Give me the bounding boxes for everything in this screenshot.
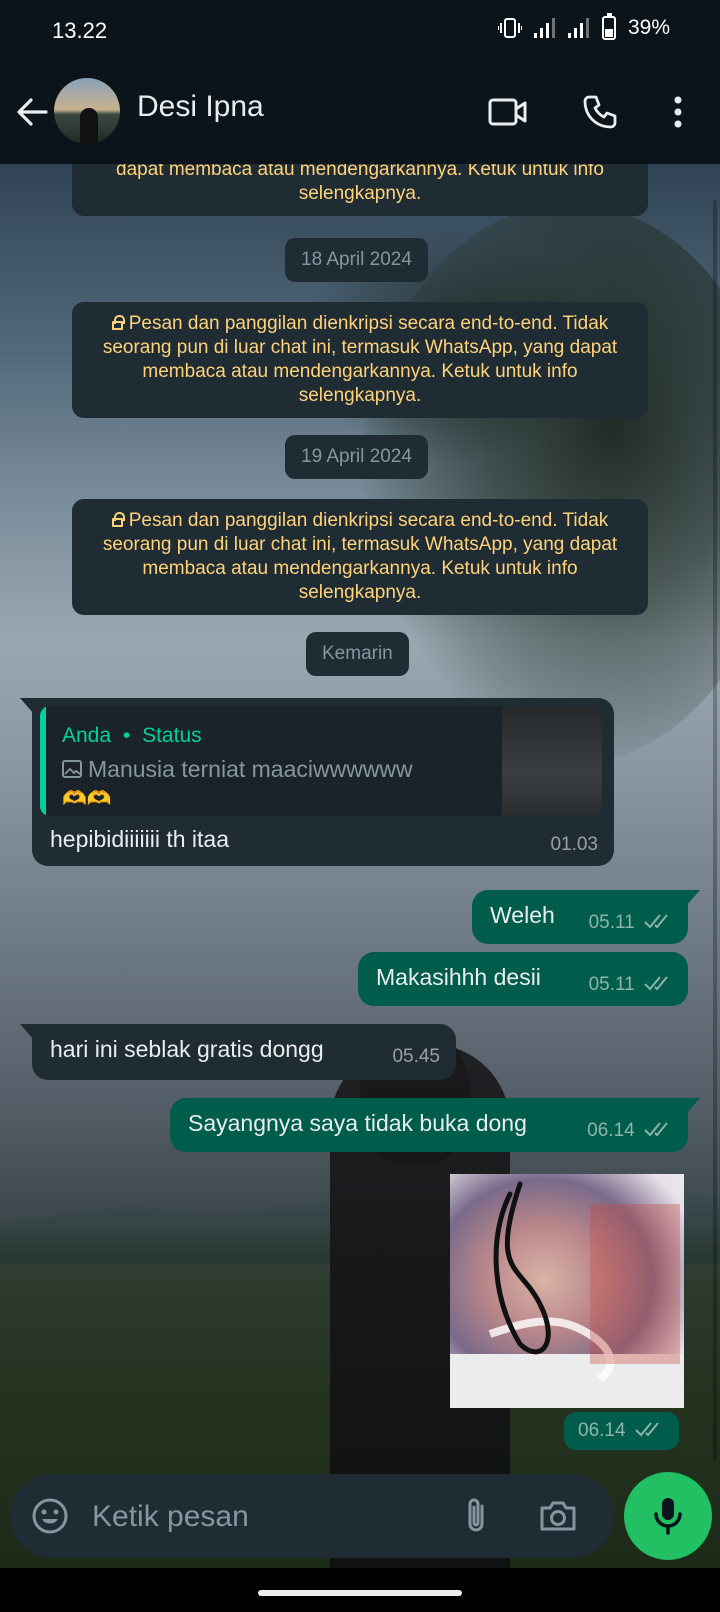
message-time: 06.14 bbox=[587, 1120, 635, 1141]
message-time: 01.03 bbox=[550, 834, 598, 855]
outgoing-message[interactable]: Makasihhh desii 05.11 bbox=[358, 952, 688, 1006]
navigation-bar bbox=[0, 1568, 720, 1612]
message-time: 05.11 bbox=[588, 974, 635, 995]
arrow-left-icon bbox=[17, 98, 48, 126]
message-text: Makasihhh desii bbox=[376, 964, 541, 990]
date-chip: 19 April 2024 bbox=[285, 435, 428, 479]
date-chip: Kemarin bbox=[306, 632, 409, 676]
emoji-icon bbox=[32, 1498, 68, 1534]
status-time: 13.22 bbox=[52, 18, 108, 43]
status-bar: 13.22 39% bbox=[0, 0, 720, 62]
message-text: Weleh bbox=[490, 902, 555, 928]
lock-icon bbox=[111, 512, 125, 527]
bubble-tail bbox=[20, 1024, 34, 1040]
camera-icon bbox=[540, 1501, 576, 1531]
message-input[interactable]: Ketik pesan bbox=[92, 1500, 249, 1534]
quoted-status[interactable]: Anda • Status Manusia terniat maaciwwwww… bbox=[40, 706, 602, 816]
more-options-button[interactable] bbox=[656, 90, 700, 134]
battery-percent: 39% bbox=[627, 16, 670, 39]
double-check-icon bbox=[644, 976, 668, 991]
video-call-button[interactable] bbox=[486, 90, 530, 134]
emoji-button[interactable] bbox=[28, 1494, 72, 1538]
home-gesture-handle[interactable] bbox=[258, 1590, 462, 1596]
encryption-notice[interactable]: Pesan dan panggilan dienkripsi secara en… bbox=[72, 302, 648, 418]
sticker-timestamp: 06.14 bbox=[564, 1412, 679, 1450]
signal-icon-2 bbox=[567, 18, 590, 38]
message-composer[interactable]: Ketik pesan bbox=[10, 1474, 614, 1558]
chat-area[interactable]: dapat membaca atau mendengarkannya. Ketu… bbox=[0, 164, 720, 1474]
message-time: 05.11 bbox=[588, 912, 635, 933]
signal-icon-1 bbox=[533, 18, 556, 38]
back-button[interactable] bbox=[14, 94, 50, 130]
quote-source: Status bbox=[142, 724, 202, 747]
microphone-icon bbox=[654, 1498, 682, 1535]
image-icon bbox=[62, 760, 82, 778]
incoming-message-reply[interactable]: Anda • Status Manusia terniat maaciwwwww… bbox=[20, 698, 614, 866]
bubble-tail bbox=[686, 890, 700, 906]
double-check-icon bbox=[644, 914, 668, 929]
battery-icon bbox=[601, 13, 616, 40]
lock-icon bbox=[111, 315, 125, 330]
contact-name[interactable]: Desi Ipna bbox=[137, 90, 264, 124]
message-text: Sayangnya saya tidak buka dong bbox=[188, 1110, 527, 1136]
message-text: hari ini seblak gratis dongg bbox=[50, 1036, 324, 1062]
quote-author: Anda bbox=[62, 724, 112, 747]
voice-call-button[interactable] bbox=[578, 90, 622, 134]
attach-button[interactable] bbox=[454, 1494, 498, 1538]
encryption-notice[interactable]: Pesan dan panggilan dienkripsi secara en… bbox=[72, 499, 648, 615]
phone-icon bbox=[583, 95, 617, 129]
bubble-tail bbox=[20, 698, 34, 714]
video-camera-icon bbox=[488, 98, 527, 126]
quote-text: Manusia terniat maaciwwwwww bbox=[88, 756, 413, 782]
double-check-icon bbox=[644, 1122, 668, 1137]
message-text: hepibidiiiiiii th itaa bbox=[50, 826, 229, 852]
voice-record-button[interactable] bbox=[624, 1472, 712, 1560]
encryption-notice-partial[interactable]: dapat membaca atau mendengarkannya. Ketu… bbox=[72, 164, 648, 216]
message-time: 06.14 bbox=[578, 1420, 626, 1441]
sticker-image[interactable] bbox=[450, 1174, 684, 1408]
status-thumbnail bbox=[502, 706, 602, 816]
sticker-drawing bbox=[450, 1181, 684, 1408]
status-icons: 39% bbox=[497, 13, 670, 40]
more-vertical-icon bbox=[674, 96, 682, 128]
date-chip: 18 April 2024 bbox=[285, 238, 428, 282]
paperclip-icon bbox=[468, 1498, 484, 1532]
outgoing-message[interactable]: Sayangnya saya tidak buka dong 06.14 bbox=[170, 1098, 700, 1152]
incoming-message[interactable]: hari ini seblak gratis dongg 05.45 bbox=[20, 1024, 456, 1080]
vibrate-icon bbox=[497, 18, 522, 38]
bubble-tail bbox=[686, 1098, 700, 1114]
chat-scrollbar[interactable] bbox=[713, 200, 717, 1460]
chat-header: Desi Ipna bbox=[0, 62, 720, 164]
message-time: 05.45 bbox=[392, 1046, 440, 1067]
contact-avatar[interactable] bbox=[54, 78, 120, 144]
quote-emoji: 🫶🫶 bbox=[62, 788, 112, 810]
camera-button[interactable] bbox=[536, 1494, 580, 1538]
double-check-icon bbox=[635, 1422, 659, 1437]
outgoing-message[interactable]: Weleh 05.11 bbox=[472, 890, 700, 944]
